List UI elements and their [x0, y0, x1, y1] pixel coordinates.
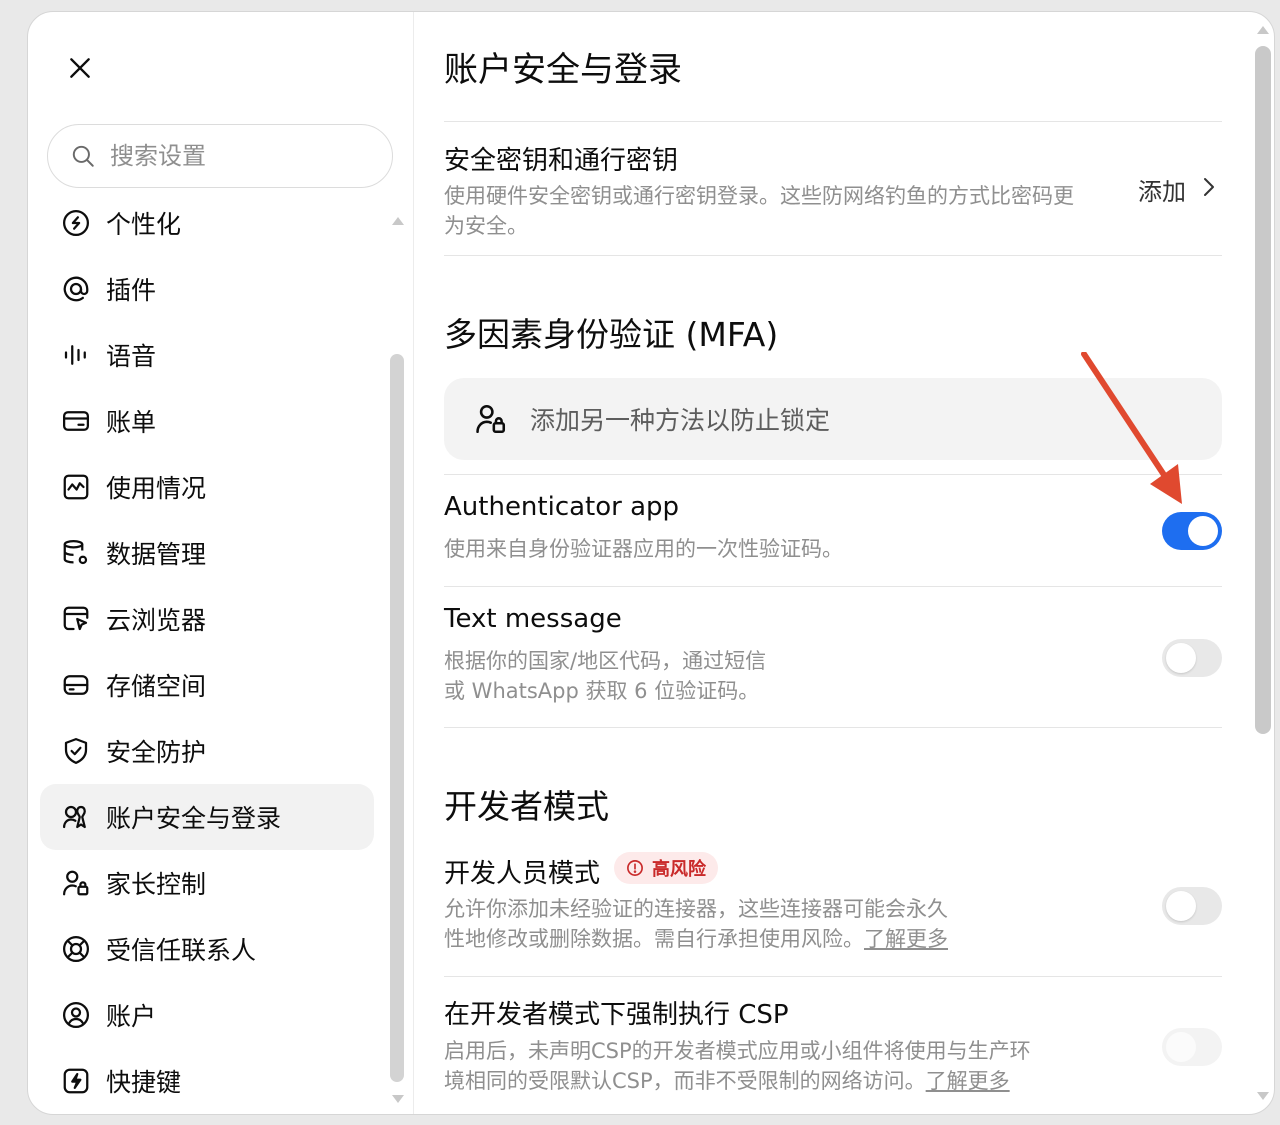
voice-wave-icon	[60, 339, 92, 371]
authenticator-title: Authenticator app	[444, 492, 680, 522]
divider	[444, 586, 1222, 587]
cloud-browser-icon	[60, 603, 92, 635]
sidebar-item-billing[interactable]: 账单	[40, 388, 374, 454]
sidebar-item-account-security[interactable]: 账户安全与登录	[40, 784, 374, 850]
sidebar-scrollbar-thumb[interactable]	[390, 354, 404, 1082]
toggle-knob	[1166, 643, 1196, 673]
csp-title: 在开发者模式下强制执行 CSP	[444, 1000, 789, 1030]
developer-section-title: 开发者模式	[444, 787, 609, 826]
sidebar-item-cloud-browser[interactable]: 云浏览器	[40, 586, 374, 652]
sidebar-nav: 个性化 插件 语音 账单 使用情况 数据管理 云浏览器 存储空间 安全防护 账户…	[40, 190, 374, 1114]
credit-card-icon	[60, 405, 92, 437]
sidebar-item-label: 账户安全与登录	[106, 804, 282, 833]
annotation-arrow-icon	[1081, 352, 1182, 504]
search-input[interactable]	[110, 142, 370, 170]
parental-control-icon	[60, 867, 92, 899]
sidebar-item-usage[interactable]: 使用情况	[40, 454, 374, 520]
close-icon	[70, 58, 90, 78]
sidebar-item-label: 插件	[106, 276, 157, 305]
sidebar-scroll-up-arrow[interactable]	[392, 217, 404, 225]
search-icon	[72, 145, 94, 167]
high-risk-label: 高风险	[652, 859, 706, 880]
account-security-icon	[60, 801, 92, 833]
sidebar-item-label: 安全防护	[106, 738, 207, 767]
at-sign-icon	[60, 273, 92, 305]
sidebar-item-security[interactable]: 安全防护	[40, 718, 374, 784]
sidebar-item-data-controls[interactable]: 数据管理	[40, 520, 374, 586]
mfa-banner-text: 添加另一种方法以防止锁定	[530, 406, 831, 435]
sidebar-item-label: 受信任联系人	[106, 936, 257, 965]
csp-desc-line1: 启用后，未声明CSP的开发者模式应用或小组件将使用与生产环	[444, 1039, 1031, 1063]
dev-mode-learn-more-link[interactable]: 了解更多	[864, 927, 948, 951]
sidebar-scroll-down-arrow[interactable]	[392, 1095, 404, 1103]
toggle-knob	[1166, 1032, 1196, 1062]
database-gear-icon	[60, 537, 92, 569]
settings-modal: 个性化 插件 语音 账单	[27, 11, 1275, 1115]
page-title: 账户安全与登录	[444, 50, 682, 90]
chevron-right-icon	[1202, 176, 1216, 204]
sidebar-item-storage[interactable]: 存储空间	[40, 652, 374, 718]
sidebar-item-label: 数据管理	[106, 540, 207, 569]
add-passkey-label: 添加	[1138, 178, 1186, 206]
divider	[444, 727, 1222, 728]
dev-mode-desc-line2: 性地修改或删除数据。需自行承担使用风险。了解更多	[444, 924, 948, 954]
dev-mode-toggle[interactable]	[1162, 887, 1222, 925]
sms-title: Text message	[444, 604, 622, 634]
sidebar-item-trusted-contacts[interactable]: 受信任联系人	[40, 916, 374, 982]
sidebar-item-personalization[interactable]: 个性化	[40, 190, 374, 256]
alert-circle-icon	[626, 859, 644, 877]
sms-desc-line1: 根据你的国家/地区代码，通过短信	[444, 649, 767, 673]
user-circle-icon	[60, 999, 92, 1031]
personalization-icon	[60, 207, 92, 239]
sidebar-item-account[interactable]: 账户	[40, 982, 374, 1048]
content-scroll-up-arrow[interactable]	[1257, 26, 1269, 34]
lifebuoy-icon	[60, 933, 92, 965]
divider	[444, 121, 1222, 122]
authenticator-desc: 使用来自身份验证器应用的一次性验证码。	[444, 537, 843, 561]
sidebar-item-label: 家长控制	[106, 870, 207, 899]
sidebar-item-parental-controls[interactable]: 家长控制	[40, 850, 374, 916]
shield-check-icon	[60, 735, 92, 767]
content-scrollbar-thumb[interactable]	[1255, 46, 1271, 734]
usage-chart-icon	[60, 471, 92, 503]
toggle-knob	[1166, 891, 1196, 921]
sidebar-item-label: 使用情况	[106, 474, 207, 503]
mfa-section-title: 多因素身份验证 (MFA)	[444, 315, 779, 354]
sms-toggle[interactable]	[1162, 639, 1222, 677]
sidebar-item-label: 云浏览器	[106, 606, 207, 635]
passkeys-desc-line1: 使用硬件安全密钥或通行密钥登录。这些防网络钓鱼的方式比密码更	[444, 184, 1074, 208]
sidebar-item-label: 语音	[106, 342, 157, 371]
settings-content: 账户安全与登录 安全密钥和通行密钥 使用硬件安全密钥或通行密钥登录。这些防网络钓…	[444, 12, 1222, 1114]
sidebar-item-label: 个性化	[106, 210, 182, 239]
sidebar-item-label: 存储空间	[106, 672, 207, 701]
dev-mode-title: 开发人员模式	[444, 859, 601, 889]
dev-mode-desc-text: 性地修改或删除数据。需自行承担使用风险。	[444, 927, 864, 951]
sidebar-item-label: 快捷键	[106, 1068, 182, 1097]
passkeys-title: 安全密钥和通行密钥	[444, 146, 679, 176]
passkeys-desc-line2: 为安全。	[444, 214, 528, 238]
sidebar-item-voice[interactable]: 语音	[40, 322, 374, 388]
search-box[interactable]	[47, 124, 393, 188]
sidebar-item-label: 账户	[106, 1002, 157, 1031]
sidebar-item-shortcuts[interactable]: 快捷键	[40, 1048, 374, 1114]
shortcut-icon	[60, 1065, 92, 1097]
add-passkey-button[interactable]: 添加	[1138, 172, 1216, 207]
sidebar-item-label: 账单	[106, 408, 157, 437]
csp-desc-text: 境相同的受限默认CSP，而非不受限制的网络访问。	[444, 1069, 926, 1093]
dev-mode-desc-line1: 允许你添加未经验证的连接器，这些连接器可能会永久	[444, 897, 948, 921]
storage-drive-icon	[60, 669, 92, 701]
settings-sidebar: 个性化 插件 语音 账单	[28, 12, 414, 1114]
csp-learn-more-link[interactable]: 了解更多	[926, 1069, 1010, 1093]
sidebar-item-plugins[interactable]: 插件	[40, 256, 374, 322]
divider	[444, 255, 1222, 256]
content-scroll-down-arrow[interactable]	[1257, 1092, 1269, 1100]
csp-desc-line2: 境相同的受限默认CSP，而非不受限制的网络访问。了解更多	[444, 1066, 1010, 1096]
sms-desc-line2: 或 WhatsApp 获取 6 位验证码。	[444, 679, 760, 703]
high-risk-badge: 高风险	[614, 852, 718, 884]
csp-toggle[interactable]	[1162, 1028, 1222, 1066]
divider	[444, 976, 1222, 977]
close-button[interactable]	[60, 48, 100, 88]
user-lock-icon	[474, 402, 508, 436]
